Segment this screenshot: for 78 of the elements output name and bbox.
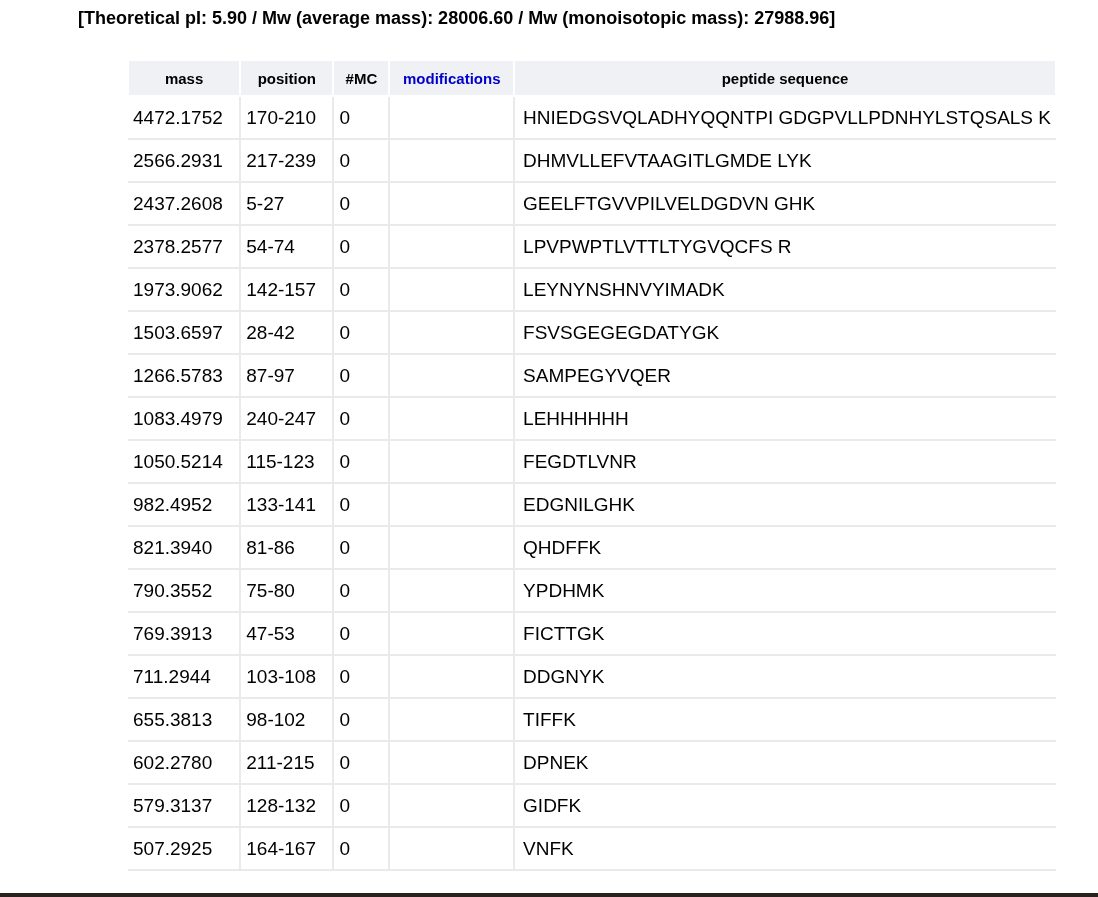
table-cell: 602.2780	[128, 741, 241, 784]
table-cell: DHMVLLEFVTAAGITLGMDE LYK	[514, 139, 1056, 182]
table-cell: LEYNYNSHNVYIMADK	[514, 268, 1056, 311]
table-cell: FSVSGEGEGDATYGK	[514, 311, 1056, 354]
table-cell: LPVPWPTLVTTLTYGVQCFS R	[514, 225, 1056, 268]
table-cell: 0	[333, 483, 390, 526]
table-cell: 240-247	[240, 397, 334, 440]
table-cell: GIDFK	[514, 784, 1056, 827]
table-cell: HNIEDGSVQLADHYQQNTPI GDGPVLLPDNHYLSTQSALS K	[514, 96, 1056, 139]
table-cell: 0	[333, 397, 390, 440]
table-cell: FICTTGK	[514, 612, 1056, 655]
table-cell: 0	[333, 526, 390, 569]
table-cell: 28-42	[240, 311, 334, 354]
table-cell: 170-210	[240, 96, 334, 139]
table-cell: 164-167	[240, 827, 334, 870]
table-cell: 54-74	[240, 225, 334, 268]
table-cell: EDGNILGHK	[514, 483, 1056, 526]
table-cell: 0	[333, 354, 390, 397]
table-cell: 1050.5214	[128, 440, 241, 483]
table-cell: FEGDTLVNR	[514, 440, 1056, 483]
table-cell: 0	[333, 698, 390, 741]
table-cell: 769.3913	[128, 612, 241, 655]
table-cell: 0	[333, 139, 390, 182]
table-cell: 1083.4979	[128, 397, 241, 440]
table-cell: VNFK	[514, 827, 1056, 870]
table-cell: 0	[333, 311, 390, 354]
table-cell: 982.4952	[128, 483, 241, 526]
column-header: #MC	[333, 60, 390, 96]
table-cell: TIFFK	[514, 698, 1056, 741]
table-cell: 790.3552	[128, 569, 241, 612]
table-cell: DDGNYK	[514, 655, 1056, 698]
table-cell: 711.2944	[128, 655, 241, 698]
column-header: position	[240, 60, 334, 96]
table-cell: 0	[333, 268, 390, 311]
table-cell: 0	[333, 182, 390, 225]
table-cell: 0	[333, 827, 390, 870]
table-cell: 0	[333, 741, 390, 784]
table-cell: 133-141	[240, 483, 334, 526]
table-cell: 211-215	[240, 741, 334, 784]
table-cell: 1503.6597	[128, 311, 241, 354]
table-cell: 47-53	[240, 612, 334, 655]
table-cell: 128-132	[240, 784, 334, 827]
table-cell: 0	[333, 569, 390, 612]
table-cell: LEHHHHHH	[514, 397, 1056, 440]
summary-heading: [Theoretical pI: 5.90 / Mw (average mass): 28006.60 / Mw (monoisotopic mass): 27988.96]	[77, 7, 837, 30]
table-cell: 821.3940	[128, 526, 241, 569]
table-cell: 0	[333, 784, 390, 827]
table-cell: SAMPEGYVQER	[514, 354, 1056, 397]
table-cell: 507.2925	[128, 827, 241, 870]
table-cell: 2378.2577	[128, 225, 241, 268]
table-cell: 81-86	[240, 526, 334, 569]
table-cell: 115-123	[240, 440, 334, 483]
table-cell: 0	[333, 225, 390, 268]
table-cell: 0	[333, 96, 390, 139]
table-cell: 75-80	[240, 569, 334, 612]
table-cell: 87-97	[240, 354, 334, 397]
column-header: peptide sequence	[514, 60, 1056, 96]
table-cell: 0	[333, 440, 390, 483]
table-cell: GEELFTGVVPILVELDGDVN GHK	[514, 182, 1056, 225]
table-cell: 579.3137	[128, 784, 241, 827]
table-cell: 98-102	[240, 698, 334, 741]
table-cell: 0	[333, 612, 390, 655]
table-cell: 1266.5783	[128, 354, 241, 397]
table-cell: 655.3813	[128, 698, 241, 741]
table-cell: 103-108	[240, 655, 334, 698]
table-cell: YPDHMK	[514, 569, 1056, 612]
table-cell: QHDFFK	[514, 526, 1056, 569]
table-cell: 217-239	[240, 139, 334, 182]
table-cell: 142-157	[240, 268, 334, 311]
column-header-link[interactable]: modifications	[389, 60, 515, 96]
table-cell: DPNEK	[514, 741, 1056, 784]
table-cell: 2437.2608	[128, 182, 241, 225]
table-cell: 0	[333, 655, 390, 698]
table-cell: 1973.9062	[128, 268, 241, 311]
table-cell: 2566.2931	[128, 139, 241, 182]
column-header: mass	[128, 60, 241, 96]
table-cell: 4472.1752	[128, 96, 241, 139]
table-cell: 5-27	[240, 182, 334, 225]
